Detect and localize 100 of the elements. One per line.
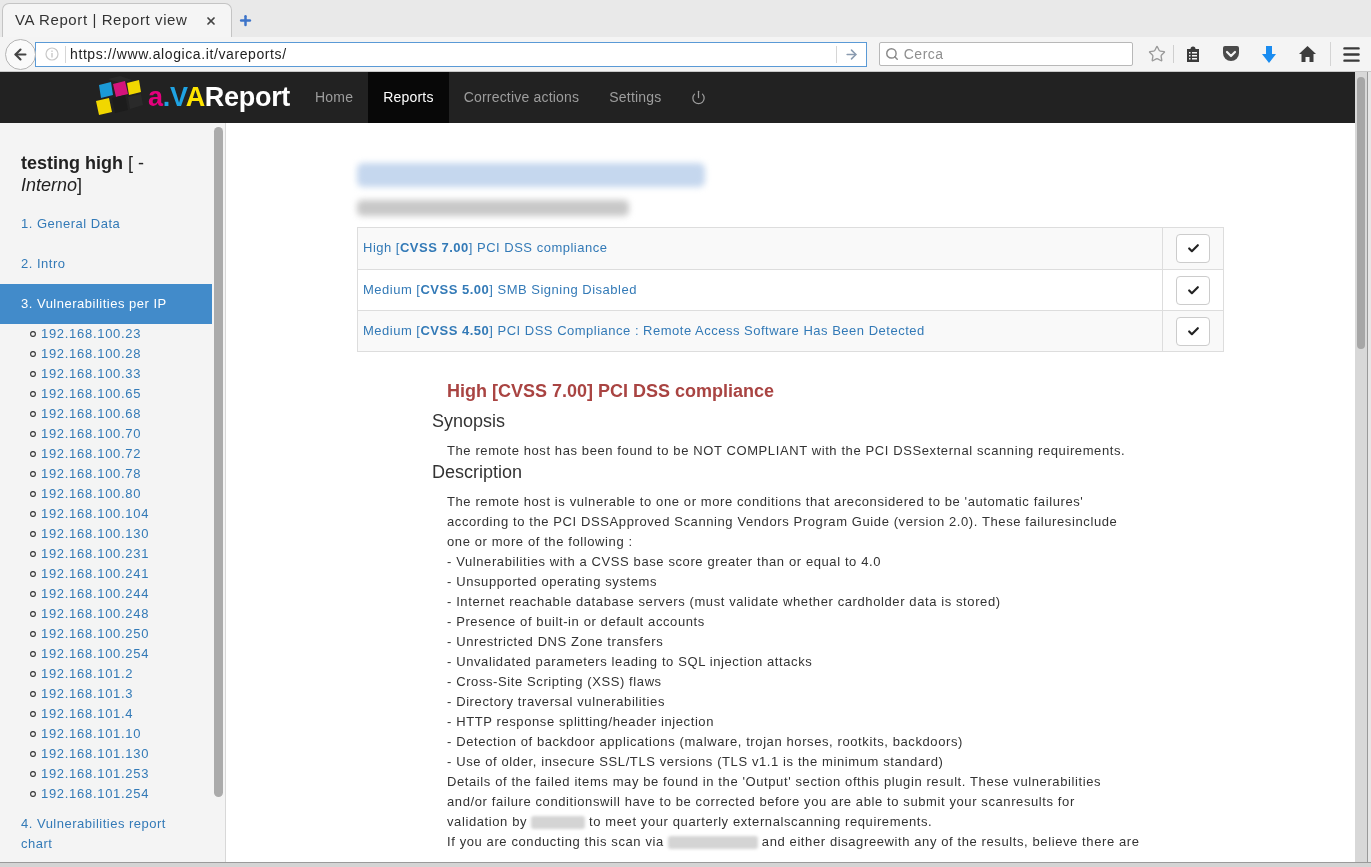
nav-item[interactable]: Corrective actions: [448, 72, 595, 123]
search-field[interactable]: Cerca: [878, 42, 1134, 66]
ip-link[interactable]: 192.168.101.253: [41, 764, 150, 784]
finding-title: High [CVSS 7.00] PCI DSS compliance: [447, 380, 776, 403]
ip-link[interactable]: 192.168.100.231: [41, 544, 150, 564]
ip-link[interactable]: 192.168.100.244: [41, 584, 150, 604]
paragraph-text: - Vulnerabilities with a CVSS base score greater than or equal to 4.0: [447, 553, 883, 571]
url-text: https://www.alogica.it/vareports/: [70, 44, 287, 64]
bullet-icon: [30, 351, 36, 357]
logo-text: a.VAReport: [148, 84, 291, 111]
paragraph-text: validation by: [447, 813, 528, 831]
browser-tab[interactable]: VA Report | Report view: [2, 3, 232, 37]
ip-link[interactable]: 192.168.100.78: [41, 464, 142, 484]
paragraph-text: and/or failure conditionswill have to be corrected before you are able to submit your scanresults for: [447, 793, 1076, 811]
bullet-icon: [30, 631, 36, 637]
ip-link[interactable]: 192.168.100.72: [41, 444, 142, 464]
section-heading: Synopsis: [432, 410, 507, 432]
nav-item[interactable]: Home: [300, 72, 369, 123]
page-scrollbar-thumb[interactable]: [1357, 77, 1365, 349]
confirm-button[interactable]: [1176, 275, 1210, 305]
tab-title: VA Report | Report view: [15, 10, 189, 31]
paragraph-text: to meet your quarterly externalscanning requirements.: [589, 813, 933, 831]
ip-link[interactable]: 192.168.101.4: [41, 704, 134, 724]
finding-link[interactable]: Medium [CVSS 5.00] SMB Signing Disabled: [363, 282, 637, 297]
sidebar-item[interactable]: 4. Vulnerabilities report chart: [0, 804, 213, 862]
ip-link[interactable]: 192.168.100.104: [41, 504, 150, 524]
nav-item[interactable]: Reports: [368, 72, 449, 123]
bullet-icon: [30, 711, 36, 717]
sidebar-item[interactable]: 1. General Data: [0, 204, 213, 244]
bullet-icon: [30, 391, 36, 397]
ip-link[interactable]: 192.168.100.33: [41, 364, 142, 384]
confirm-button[interactable]: [1176, 316, 1210, 346]
paragraph-text: - Internet reachable database servers (must validate whether cardholder data is stored): [447, 593, 1002, 611]
bullet-icon: [30, 591, 36, 597]
bullet-icon: [30, 611, 36, 617]
check-icon: [1186, 242, 1200, 255]
paragraph-text: - Use of older, insecure SSL/TLS versions (TLS v1.1 is the minimum standard): [447, 753, 945, 771]
ip-link[interactable]: 192.168.101.10: [41, 724, 142, 744]
bullet-icon: [30, 451, 36, 457]
bullet-icon: [30, 691, 36, 697]
ip-link[interactable]: 192.168.101.3: [41, 684, 134, 704]
bullet-icon: [30, 731, 36, 737]
address-field[interactable]: https://www.alogica.it/vareports/: [35, 41, 867, 67]
bullet-icon: [30, 651, 36, 657]
ip-link[interactable]: 192.168.100.68: [41, 404, 142, 424]
ip-link[interactable]: 192.168.100.250: [41, 624, 150, 644]
pocket-shield-icon[interactable]: [1222, 46, 1241, 62]
ip-link[interactable]: 192.168.100.28: [41, 344, 142, 364]
paragraph-text: - Unvalidated parameters leading to SQL injection attacks: [447, 653, 814, 671]
bookmark-star-icon[interactable]: [1148, 45, 1167, 63]
back-button[interactable]: [5, 38, 36, 70]
bullet-icon: [30, 331, 36, 337]
sidebar-scrollbar-thumb[interactable]: [214, 127, 224, 797]
download-arrow-icon[interactable]: [1262, 45, 1277, 63]
search-icon: [884, 47, 899, 61]
nav-item[interactable]: Settings: [594, 72, 677, 123]
bullet-icon: [30, 511, 36, 517]
sidebar-item[interactable]: 3. Vulnerabilities per IP: [0, 284, 213, 324]
bullet-icon: [30, 431, 36, 437]
ip-link[interactable]: 192.168.100.70: [41, 424, 142, 444]
close-icon[interactable]: [205, 14, 217, 27]
paragraph-text: Details of the failed items may be found in the 'Output' section ofthis plugin result. These vulnerabilities: [447, 773, 1103, 791]
ip-link[interactable]: 192.168.100.248: [41, 604, 150, 624]
power-icon: [691, 90, 707, 105]
bullet-icon: [30, 551, 36, 557]
ip-link[interactable]: 192.168.101.130: [41, 744, 150, 764]
paragraph-text: - Unsupported operating systems: [447, 573, 659, 591]
paragraph-text: - HTTP response splitting/header injection: [447, 713, 716, 731]
paragraph-text: and either disagreewith any of the results, believe there are: [761, 833, 1140, 851]
confirm-button[interactable]: [1176, 234, 1210, 263]
new-tab-icon[interactable]: [238, 12, 253, 28]
ip-link[interactable]: 192.168.100.241: [41, 564, 150, 584]
paragraph-text: The remote host has been found to be NOT COMPLIANT with the PCI DSSexternal scanning requirements.: [447, 442, 1127, 460]
bullet-icon: [30, 491, 36, 497]
ip-link[interactable]: 192.168.100.23: [41, 324, 142, 344]
bullet-icon: [30, 471, 36, 477]
bullet-icon: [30, 571, 36, 577]
ip-link[interactable]: 192.168.101.254: [41, 784, 150, 804]
section-heading: Description: [432, 461, 524, 483]
check-icon: [1186, 283, 1200, 297]
report-title: testing high [ - Interno]: [21, 152, 145, 196]
home-icon[interactable]: [1298, 46, 1316, 62]
finding-link[interactable]: High [CVSS 7.00] PCI DSS compliance: [363, 240, 608, 255]
bullet-icon: [30, 771, 36, 777]
ip-link[interactable]: 192.168.100.254: [41, 644, 150, 664]
ip-link[interactable]: 192.168.100.80: [41, 484, 142, 504]
paragraph-text: - Presence of built-in or default accounts: [447, 613, 706, 631]
paragraph-text: - Cross-Site Scripting (XSS) flaws: [447, 673, 663, 691]
clipboard-list-icon[interactable]: [1185, 46, 1202, 62]
bullet-icon: [30, 411, 36, 417]
sidebar-item[interactable]: 2. Intro: [0, 244, 213, 284]
ip-link[interactable]: 192.168.100.65: [41, 384, 142, 404]
search-placeholder: Cerca: [903, 44, 944, 64]
paragraph-text: - Detection of backdoor applications (malware, trojan horses, rootkits, backdoors): [447, 733, 964, 751]
paragraph-text: If you are conducting this scan via: [447, 833, 664, 851]
bullet-icon: [30, 371, 36, 377]
ip-link[interactable]: 192.168.100.130: [41, 524, 150, 544]
bullet-icon: [30, 751, 36, 757]
ip-link[interactable]: 192.168.101.2: [41, 664, 134, 684]
go-arrow-icon[interactable]: [843, 46, 859, 62]
